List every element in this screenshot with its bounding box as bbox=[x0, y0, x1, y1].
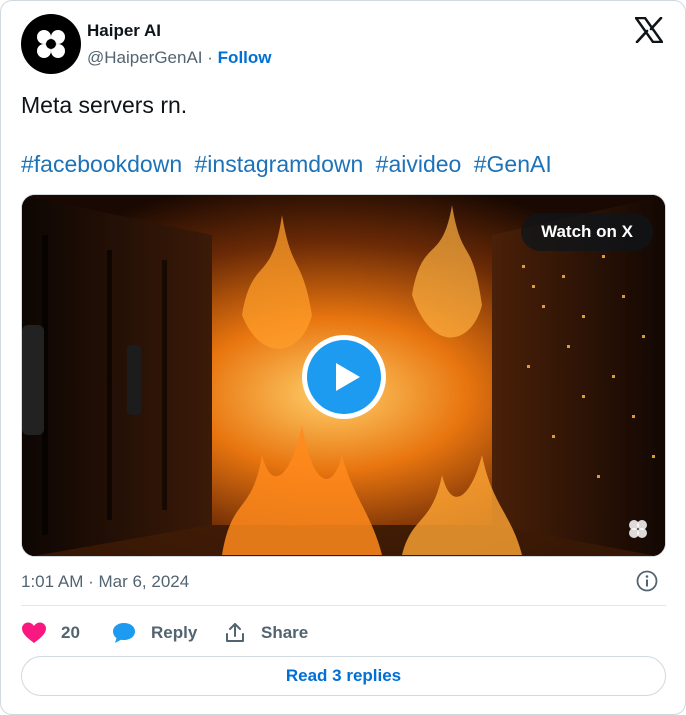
tweet-timestamp[interactable]: 1:01 AM · Mar 6, 2024 bbox=[21, 572, 189, 592]
hashtag-link[interactable]: #facebookdown bbox=[21, 151, 182, 177]
x-logo-icon[interactable] bbox=[635, 17, 663, 43]
share-button[interactable]: Share bbox=[223, 619, 308, 647]
hashtag-link[interactable]: #GenAI bbox=[474, 151, 552, 177]
play-button[interactable] bbox=[302, 335, 386, 419]
hashtag-list: #facebookdown #instagramdown #aivideo #G… bbox=[21, 151, 558, 178]
author-avatar[interactable] bbox=[21, 14, 81, 74]
author-handle[interactable]: @HaiperGenAI bbox=[87, 48, 203, 67]
video-media[interactable]: Watch on X bbox=[21, 194, 666, 557]
speech-bubble-icon bbox=[113, 623, 135, 643]
follow-button[interactable]: Follow bbox=[218, 48, 272, 67]
watch-on-x-button[interactable]: Watch on X bbox=[521, 213, 653, 251]
reply-button[interactable]: Reply bbox=[111, 619, 197, 647]
author-handle-line: @HaiperGenAI · Follow bbox=[87, 48, 272, 68]
haiper-logo-icon bbox=[37, 30, 65, 58]
handle-separator: · bbox=[207, 48, 213, 67]
reply-label: Reply bbox=[151, 623, 198, 642]
play-triangle bbox=[336, 363, 360, 391]
tweet-card: Haiper AI @HaiperGenAI · Follow Meta ser… bbox=[0, 0, 686, 715]
info-icon[interactable] bbox=[635, 569, 659, 593]
hashtag-link[interactable]: #aivideo bbox=[376, 151, 462, 177]
haiper-watermark-icon bbox=[629, 520, 647, 538]
share-label: Share bbox=[261, 623, 309, 642]
author-name[interactable]: Haiper AI bbox=[87, 21, 161, 41]
like-count: 20 bbox=[61, 623, 80, 642]
share-icon bbox=[226, 623, 244, 642]
divider bbox=[21, 605, 666, 606]
read-replies-button[interactable]: Read 3 replies bbox=[21, 656, 666, 696]
tweet-text: Meta servers rn. bbox=[21, 92, 188, 118]
play-icon bbox=[307, 340, 381, 414]
like-button[interactable]: 20 bbox=[21, 619, 80, 647]
heart-icon bbox=[22, 622, 46, 643]
hashtag-link[interactable]: #instagramdown bbox=[195, 151, 364, 177]
